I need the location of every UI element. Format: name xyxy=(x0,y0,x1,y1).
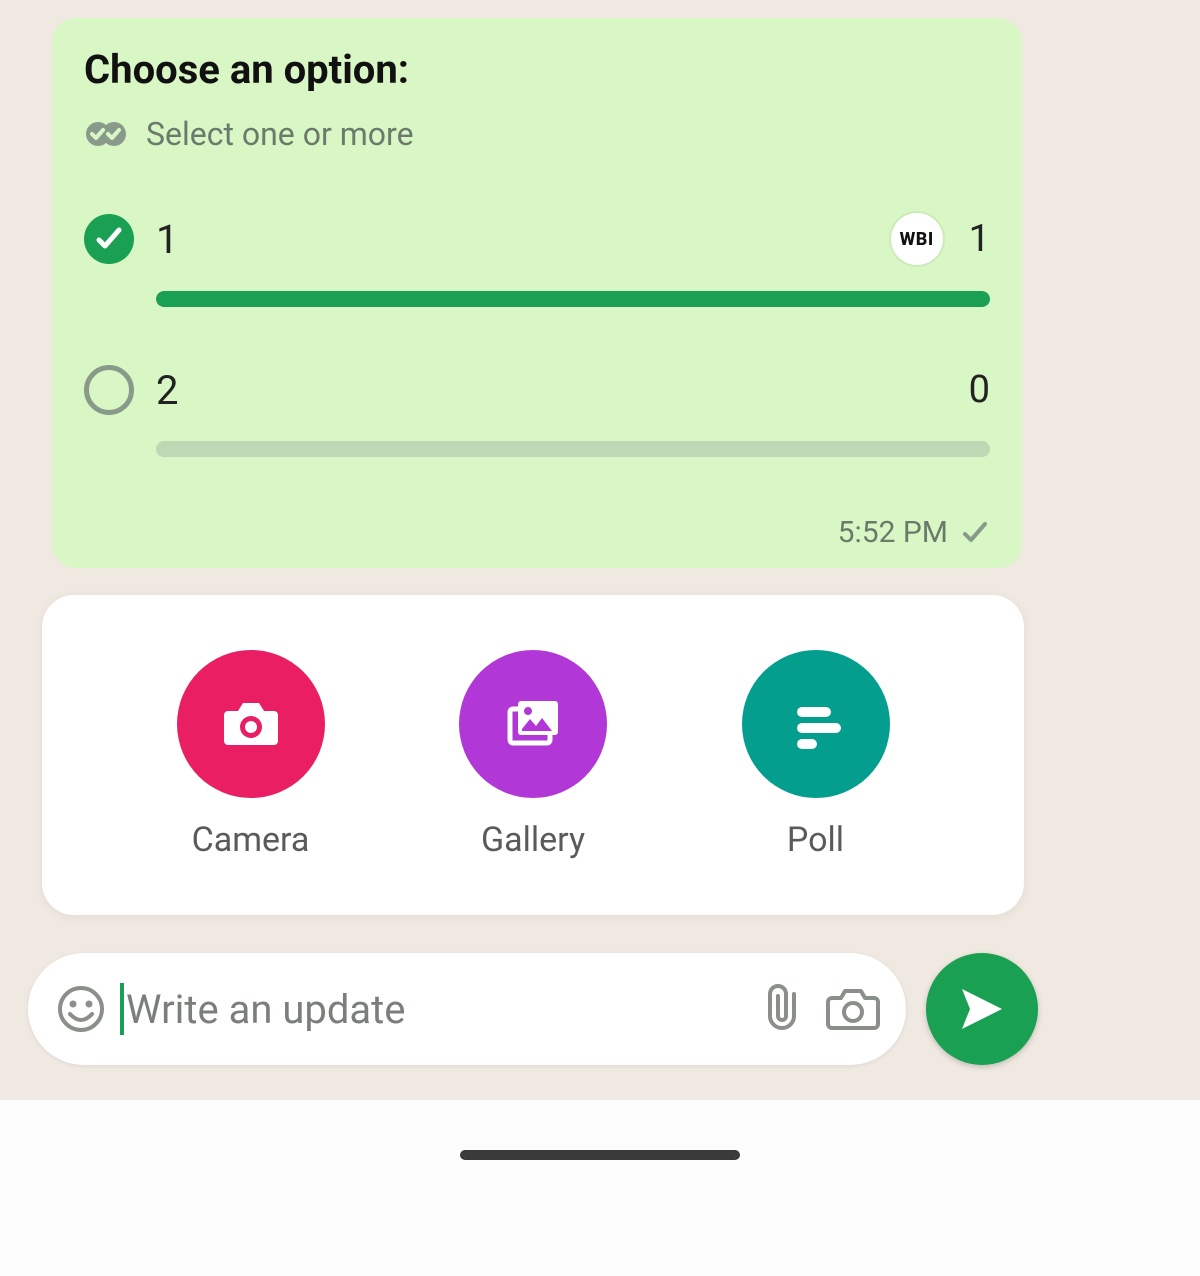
attachment-camera-button[interactable]: Camera xyxy=(177,650,325,860)
poll-option-bar xyxy=(156,291,990,307)
send-button[interactable] xyxy=(926,953,1038,1065)
attachment-label: Gallery xyxy=(481,820,585,860)
attachment-label: Camera xyxy=(192,820,310,860)
poll-option-votes: 1 xyxy=(969,217,990,261)
poll-option[interactable]: 1 WBI 1 xyxy=(84,213,990,307)
emoji-button[interactable] xyxy=(52,980,110,1038)
poll-timestamp: 5:52 PM xyxy=(838,515,948,550)
poll-footer: 5:52 PM xyxy=(84,515,990,550)
message-status-check-icon xyxy=(960,518,990,548)
poll-icon xyxy=(742,650,890,798)
message-input[interactable]: Write an update xyxy=(120,953,746,1065)
attachment-panel: Camera Gallery Poll xyxy=(42,595,1024,915)
attachment-poll-button[interactable]: Poll xyxy=(742,650,890,860)
send-icon xyxy=(956,983,1008,1035)
attach-button[interactable] xyxy=(756,980,814,1038)
poll-options: 1 WBI 1 2 0 xyxy=(84,213,990,457)
poll-message-bubble: Choose an option: Select one or more 1 xyxy=(52,18,1022,568)
poll-subtitle-row: Select one or more xyxy=(84,115,990,153)
double-check-icon xyxy=(84,119,132,149)
camera-icon xyxy=(177,650,325,798)
poll-option[interactable]: 2 0 xyxy=(84,365,990,457)
attachment-label: Poll xyxy=(787,820,844,860)
poll-option-label: 2 xyxy=(156,367,947,414)
poll-option-check-selected-icon[interactable] xyxy=(84,214,134,264)
poll-option-check-empty-icon[interactable] xyxy=(84,365,134,415)
poll-subtitle: Select one or more xyxy=(146,115,414,153)
message-input-bar: Write an update xyxy=(28,953,906,1065)
attachment-gallery-button[interactable]: Gallery xyxy=(459,650,607,860)
camera-button[interactable] xyxy=(824,980,882,1038)
poll-option-bar xyxy=(156,441,990,457)
text-cursor xyxy=(120,983,124,1035)
gallery-icon xyxy=(459,650,607,798)
message-input-placeholder: Write an update xyxy=(126,986,405,1033)
voter-avatar: WBI xyxy=(891,213,943,265)
system-bottom-area xyxy=(0,1100,1200,1276)
poll-option-votes: 0 xyxy=(969,368,990,412)
home-indicator xyxy=(460,1150,740,1160)
poll-title: Choose an option: xyxy=(84,46,990,93)
poll-option-label: 1 xyxy=(156,216,869,263)
